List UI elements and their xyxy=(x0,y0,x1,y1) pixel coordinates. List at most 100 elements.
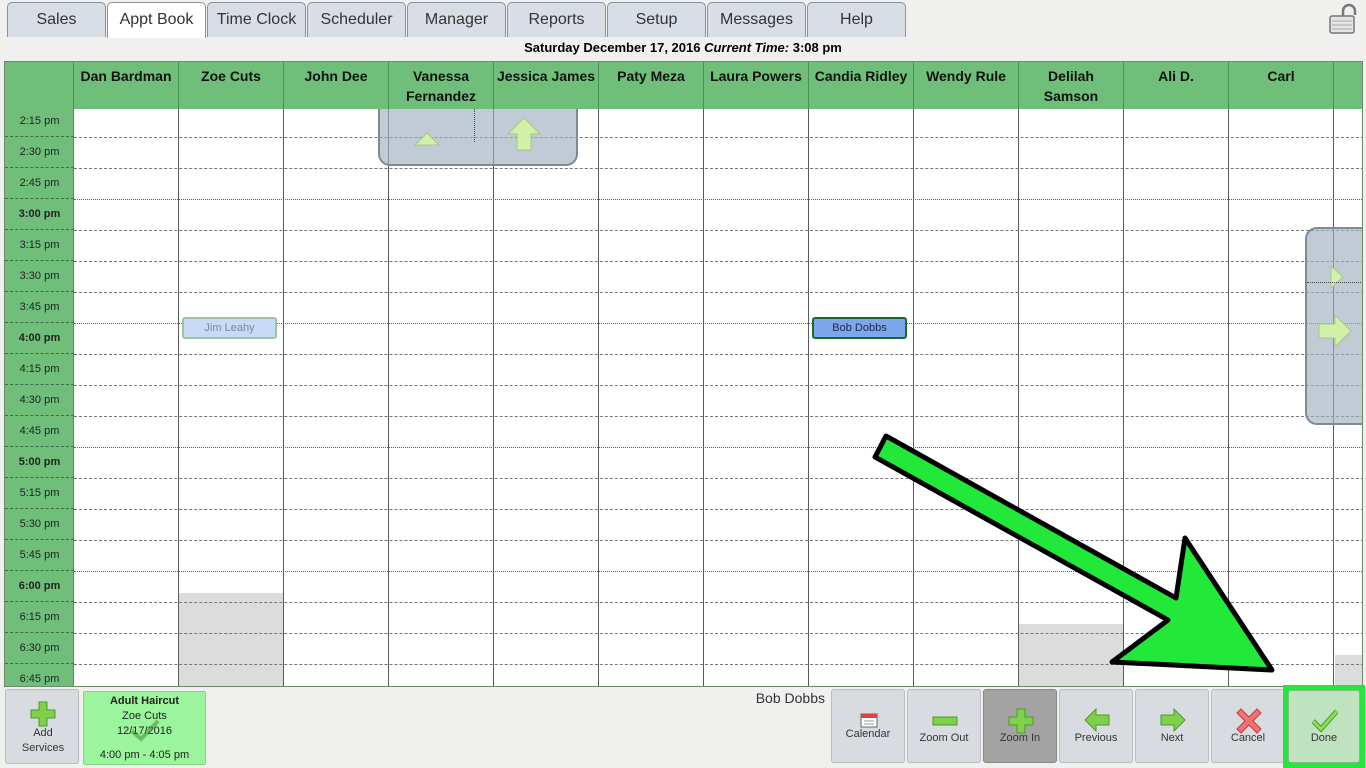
column-divider xyxy=(1228,109,1229,686)
tab-scheduler[interactable]: Scheduler xyxy=(307,2,406,37)
time-slot-label: 6:15 pm xyxy=(5,602,74,633)
staff-column-header: Ed xyxy=(1334,62,1362,109)
plus-icon xyxy=(1008,708,1034,734)
row-divider xyxy=(74,137,1362,138)
previous-label: Previous xyxy=(1074,732,1118,744)
check-icon xyxy=(1312,709,1338,732)
tab-sales[interactable]: Sales xyxy=(7,2,106,37)
cancel-button[interactable]: Cancel xyxy=(1211,689,1285,763)
row-divider xyxy=(74,540,1362,541)
staff-column-header: John Dee xyxy=(284,62,389,109)
time-slot-label: 5:15 pm xyxy=(5,478,74,509)
calendar-label: Calendar xyxy=(845,728,891,740)
staff-column-header: Jessica James xyxy=(494,62,599,109)
time-slot-label: 4:45 pm xyxy=(5,416,74,447)
row-divider xyxy=(74,199,1362,200)
staff-column-header: Ali D. xyxy=(1124,62,1229,109)
staff-column-header: Paty Meza xyxy=(599,62,704,109)
time-slot-label: 5:45 pm xyxy=(5,540,74,571)
grid-body[interactable] xyxy=(74,109,1362,686)
divider xyxy=(474,108,475,142)
tab-manager[interactable]: Manager xyxy=(407,2,506,37)
scroll-right-small-button[interactable] xyxy=(1327,263,1347,291)
tab-reports[interactable]: Reports xyxy=(507,2,606,37)
check-icon xyxy=(130,719,160,742)
service-name: Adult Haircut xyxy=(109,695,180,707)
time-slot-label: 3:45 pm xyxy=(5,292,74,323)
tab-setup[interactable]: Setup xyxy=(607,2,706,37)
time-slot-label: 5:30 pm xyxy=(5,509,74,540)
time-slot-label: 4:00 pm xyxy=(5,323,74,354)
row-divider xyxy=(74,478,1362,479)
row-divider xyxy=(74,385,1362,386)
lock-icon[interactable] xyxy=(1326,3,1358,35)
scroll-right-panel xyxy=(1305,227,1362,425)
zoom-in-button[interactable]: Zoom In xyxy=(983,689,1057,763)
unavailable-block xyxy=(179,593,284,686)
appointment-bob-dobbs[interactable]: Bob Dobbs xyxy=(812,317,907,339)
row-divider xyxy=(74,664,1362,665)
column-divider xyxy=(1018,109,1019,686)
row-divider xyxy=(74,447,1362,448)
divider xyxy=(1307,282,1362,283)
staff-column-header: Laura Powers xyxy=(704,62,809,109)
arrow-right-icon xyxy=(1318,313,1352,349)
column-divider xyxy=(913,109,914,686)
time-slot-label: 2:15 pm xyxy=(5,106,74,137)
column-divider xyxy=(1123,109,1124,686)
staff-column-header: Vanessa Fernandez xyxy=(389,62,494,109)
tab-time-clock[interactable]: Time Clock xyxy=(207,2,306,37)
time-slot-label: 2:30 pm xyxy=(5,137,74,168)
calendar-button[interactable]: Calendar xyxy=(831,689,905,763)
scroll-right-button[interactable] xyxy=(1317,313,1353,349)
row-divider xyxy=(74,168,1362,169)
column-divider xyxy=(703,109,704,686)
time-slot-label: 6:00 pm xyxy=(5,571,74,602)
service-time: 4:00 pm - 4:05 pm xyxy=(99,749,190,761)
staff-column-header: Delilah Samson xyxy=(1019,62,1124,109)
time-slot-label: 4:30 pm xyxy=(5,385,74,416)
service-card[interactable]: Adult Haircut Zoe Cuts 12/17/2016 4:00 p… xyxy=(83,691,206,765)
next-button[interactable]: Next xyxy=(1135,689,1209,763)
column-divider xyxy=(388,109,389,686)
column-divider xyxy=(283,109,284,686)
minus-icon xyxy=(932,716,958,726)
add-services-button[interactable]: Add Services xyxy=(5,689,79,764)
staff-column-header: Carl xyxy=(1229,62,1334,109)
add-services-label: Add Services xyxy=(21,727,65,754)
arrow-right-icon xyxy=(1330,264,1344,290)
cancel-label: Cancel xyxy=(1230,732,1266,744)
calendar-icon xyxy=(860,713,878,728)
bottom-toolbar: Add Services Adult Haircut Zoe Cuts 12/1… xyxy=(0,685,1366,768)
arrow-up-icon xyxy=(413,132,441,146)
scroll-up-small-button[interactable] xyxy=(412,128,442,148)
row-divider xyxy=(74,633,1362,634)
unavailable-block xyxy=(1335,655,1362,686)
tab-appt-book[interactable]: Appt Book xyxy=(107,2,206,38)
previous-button[interactable]: Previous xyxy=(1059,689,1133,763)
plus-icon xyxy=(30,701,56,727)
tab-messages[interactable]: Messages xyxy=(707,2,806,37)
time-column: 2:15 pm 2:30 pm 2:45 pm 3:00 pm 3:15 pm 3:30 … xyxy=(5,62,74,686)
time-slot-label: 6:30 pm xyxy=(5,633,74,664)
zoom-out-label: Zoom Out xyxy=(919,732,969,744)
tab-help[interactable]: Help xyxy=(807,2,906,37)
appointment-jim-leahy[interactable]: Jim Leahy xyxy=(182,317,277,339)
row-divider xyxy=(74,354,1362,355)
current-time-label: Current Time: xyxy=(704,40,790,55)
staff-column-header: Candia Ridley xyxy=(809,62,914,109)
time-slot-label: 3:30 pm xyxy=(5,261,74,292)
scroll-up-panel xyxy=(378,108,578,166)
time-slot-label: 6:45 pm xyxy=(5,664,74,686)
time-slot-label: 2:45 pm xyxy=(5,168,74,199)
done-button[interactable]: Done xyxy=(1288,690,1360,763)
time-slot-label: 3:15 pm xyxy=(5,230,74,261)
date-text: Saturday December 17, 2016 xyxy=(524,40,701,55)
scroll-up-button[interactable] xyxy=(506,116,542,152)
arrow-right-icon xyxy=(1160,708,1186,732)
selected-customer-name: Bob Dobbs xyxy=(755,690,825,706)
zoom-out-button[interactable]: Zoom Out xyxy=(907,689,981,763)
next-label: Next xyxy=(1160,732,1184,744)
staff-column-header: Wendy Rule xyxy=(914,62,1019,109)
row-divider xyxy=(74,509,1362,510)
